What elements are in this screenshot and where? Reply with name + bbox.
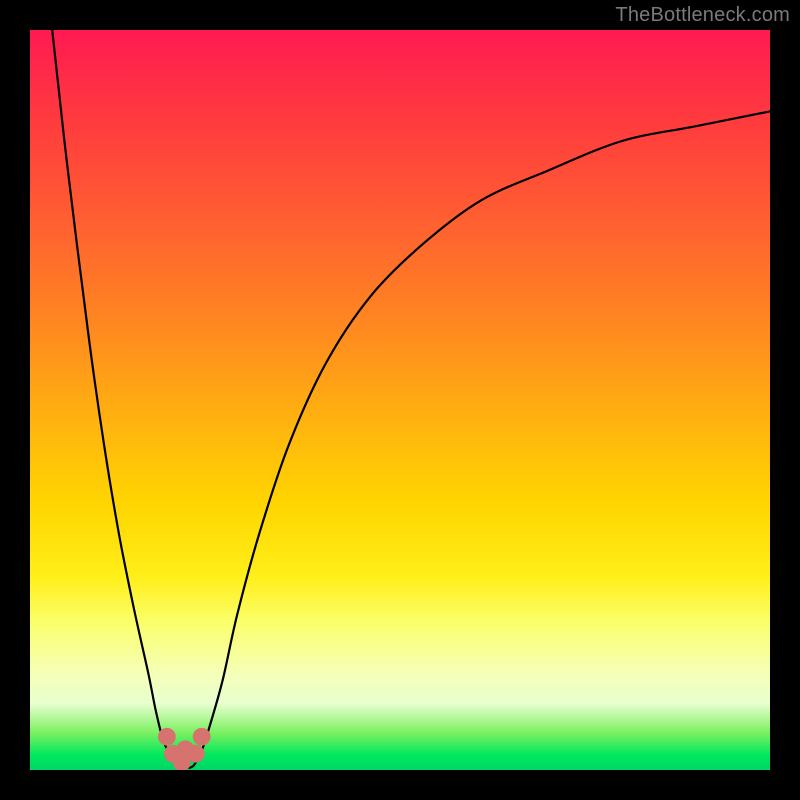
chart-frame: TheBottleneck.com — [0, 0, 800, 800]
valley-marker-dot — [193, 728, 211, 746]
curve-right-branch — [200, 111, 770, 755]
valley-marker-dot — [187, 745, 205, 763]
chart-svg — [30, 30, 770, 770]
valley-marker-dot — [158, 728, 176, 746]
watermark-text: TheBottleneck.com — [615, 4, 790, 27]
curve-left-branch — [52, 30, 170, 755]
valley-marker-group — [158, 728, 211, 770]
chart-plot-area — [30, 30, 770, 770]
